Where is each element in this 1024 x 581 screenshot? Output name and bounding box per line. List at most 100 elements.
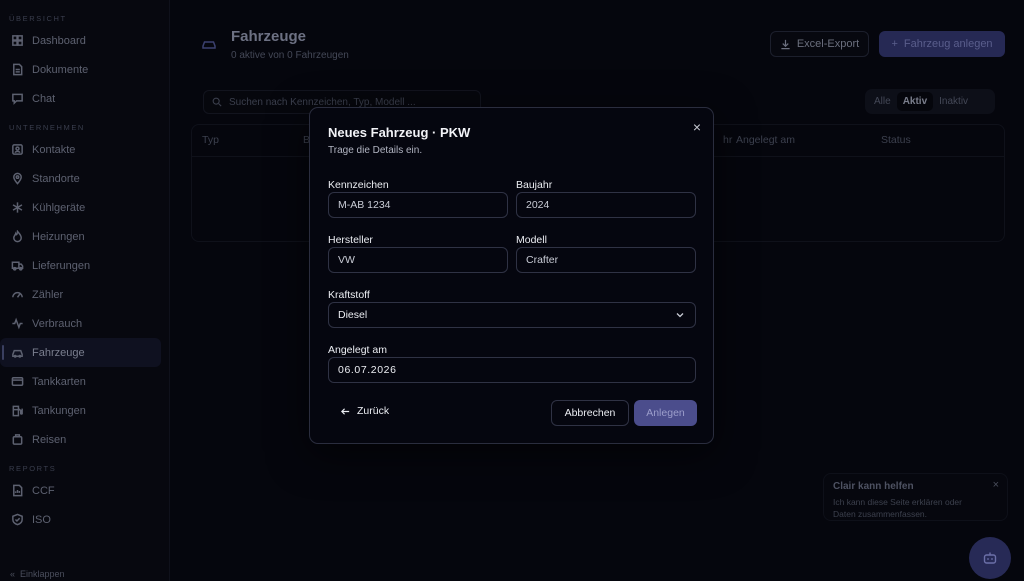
- close-icon[interactable]: ×: [993, 479, 999, 491]
- sidebar-item-label: Lieferungen: [32, 259, 91, 272]
- sidebar-item-dokumente[interactable]: Dokumente: [0, 55, 169, 84]
- sidebar-item-k-hlger-te[interactable]: Kühlgeräte: [0, 193, 169, 222]
- assistant-button[interactable]: [969, 537, 1011, 579]
- column-header: Typ: [202, 134, 219, 146]
- dialog-subtitle: Trage die Details ein.: [328, 145, 423, 156]
- shield-check-icon: [10, 513, 24, 527]
- cancel-button[interactable]: Abbrechen: [551, 400, 629, 426]
- back-button[interactable]: Zurück: [340, 405, 389, 417]
- search-placeholder: Suchen nach Kennzeichen, Typ, Modell ...: [229, 96, 416, 108]
- search-icon: [212, 97, 222, 107]
- kraftstoff-select[interactable]: Diesel: [328, 302, 696, 328]
- column-header: Angelegt am: [736, 134, 795, 146]
- sidebar-item-dashboard[interactable]: Dashboard: [0, 26, 169, 55]
- hersteller-value: VW: [338, 254, 355, 266]
- create-button[interactable]: Anlegen: [634, 400, 697, 426]
- flame-icon: [10, 230, 24, 244]
- filter-inaktiv[interactable]: Inaktiv: [933, 92, 974, 111]
- sidebar-item-chat[interactable]: Chat: [0, 84, 169, 113]
- toast-title: Clair kann helfen: [833, 481, 914, 492]
- page-subtitle: 0 aktive von 0 Fahrzeugen: [231, 50, 349, 61]
- sidebar-item-tankkarten[interactable]: Tankkarten: [0, 367, 169, 396]
- sidebar-item-label: CCF: [32, 484, 55, 497]
- angelegt-value: 06.07.2026: [338, 364, 397, 376]
- dashboard-icon: [10, 34, 24, 48]
- sidebar-item-label: Verbrauch: [32, 317, 83, 330]
- sidebar-item-standorte[interactable]: Standorte: [0, 164, 169, 193]
- collapse-sidebar-button[interactable]: « Einklappen: [10, 569, 65, 579]
- sidebar-item-label: Zähler: [32, 288, 64, 301]
- car-icon: [10, 346, 24, 360]
- sidebar: ÜBERSICHT Dashboard Dokumente Chat UNTERNEHM…: [0, 0, 170, 581]
- sidebar-item-z-hler[interactable]: Zähler: [0, 280, 169, 309]
- kraftstoff-value: Diesel: [338, 309, 368, 321]
- sidebar-item-label: Kontakte: [32, 143, 76, 156]
- luggage-icon: [10, 433, 24, 447]
- sidebar-item-fahrzeuge[interactable]: Fahrzeuge: [0, 338, 161, 367]
- sidebar-item-label: ISO: [32, 513, 51, 526]
- chat-icon: [10, 92, 24, 106]
- hersteller-field[interactable]: VW: [328, 247, 508, 273]
- baujahr-label: Baujahr: [516, 179, 553, 191]
- kennzeichen-field[interactable]: M-AB 1234: [328, 192, 508, 218]
- location-icon: [10, 172, 24, 186]
- sidebar-item-label: Tankkarten: [32, 375, 86, 388]
- sidebar-item-label: Standorte: [32, 172, 80, 185]
- arrow-left-icon: [340, 407, 350, 415]
- sidebar-item-ccf[interactable]: CCF: [0, 476, 169, 505]
- page-title: Fahrzeuge: [231, 28, 307, 45]
- contacts-icon: [10, 143, 24, 157]
- sidebar-section-label: UNTERNEHMEN: [9, 123, 85, 132]
- sidebar-item-iso[interactable]: ISO: [0, 505, 169, 534]
- hersteller-label: Hersteller: [328, 234, 373, 246]
- kennzeichen-label: Kennzeichen: [328, 179, 389, 191]
- excel-export-button[interactable]: Excel-Export: [770, 31, 869, 57]
- dialog-title: Neues Fahrzeug · PKW: [328, 125, 471, 140]
- bot-icon: [983, 552, 997, 564]
- new-vehicle-dialog: Neues Fahrzeug · PKW Trage die Details e…: [309, 107, 714, 444]
- modell-field[interactable]: Crafter: [516, 247, 696, 273]
- sidebar-item-label: Dokumente: [32, 63, 89, 76]
- status-filter: Alle Aktiv Inaktiv: [865, 89, 995, 114]
- report-icon: [10, 484, 24, 498]
- sidebar-item-label: Tankungen: [32, 404, 86, 417]
- plus-icon: +: [891, 38, 898, 50]
- new-vehicle-label: Fahrzeug anlegen: [903, 38, 993, 50]
- fuel-icon: [10, 404, 24, 418]
- back-label: Zurück: [357, 405, 390, 417]
- gauge-icon: [10, 288, 24, 302]
- activity-icon: [10, 317, 24, 331]
- filter-alle[interactable]: Alle: [868, 92, 897, 111]
- toast-text: Ich kann diese Seite erklären oder Daten…: [833, 497, 962, 519]
- sidebar-item-verbrauch[interactable]: Verbrauch: [0, 309, 169, 338]
- angelegt-date-field[interactable]: 06.07.2026: [328, 357, 696, 383]
- kraftstoff-label: Kraftstoff: [328, 289, 370, 301]
- baujahr-value: 2024: [526, 199, 550, 211]
- sidebar-item-label: Kühlgeräte: [32, 201, 86, 214]
- modell-value: Crafter: [526, 254, 559, 266]
- collapse-label: Einklappen: [20, 569, 65, 579]
- assistant-toast: Clair kann helfen Ich kann diese Seite e…: [823, 473, 1008, 521]
- close-icon[interactable]: ×: [693, 119, 701, 135]
- sidebar-item-label: Reisen: [32, 433, 67, 446]
- sidebar-section-label: ÜBERSICHT: [9, 14, 67, 23]
- kennzeichen-value: M-AB 1234: [338, 199, 391, 211]
- sidebar-item-reisen[interactable]: Reisen: [0, 425, 169, 454]
- column-header: Status: [881, 134, 911, 146]
- download-icon: [781, 39, 790, 49]
- snowflake-icon: [10, 201, 24, 215]
- document-icon: [10, 63, 24, 77]
- modell-label: Modell: [516, 234, 547, 246]
- sidebar-item-label: Chat: [32, 92, 56, 105]
- angelegt-label: Angelegt am: [328, 344, 387, 356]
- sidebar-item-lieferungen[interactable]: Lieferungen: [0, 251, 169, 280]
- filter-aktiv[interactable]: Aktiv: [896, 92, 934, 111]
- sidebar-item-kontakte[interactable]: Kontakte: [0, 135, 169, 164]
- sidebar-item-heizungen[interactable]: Heizungen: [0, 222, 169, 251]
- baujahr-field[interactable]: 2024: [516, 192, 696, 218]
- sidebar-item-label: Fahrzeuge: [32, 346, 85, 359]
- sidebar-section-label: REPORTS: [9, 464, 57, 473]
- excel-export-label: Excel-Export: [796, 38, 860, 50]
- new-vehicle-button[interactable]: + Fahrzeug anlegen: [879, 31, 1005, 57]
- sidebar-item-tankungen[interactable]: Tankungen: [0, 396, 169, 425]
